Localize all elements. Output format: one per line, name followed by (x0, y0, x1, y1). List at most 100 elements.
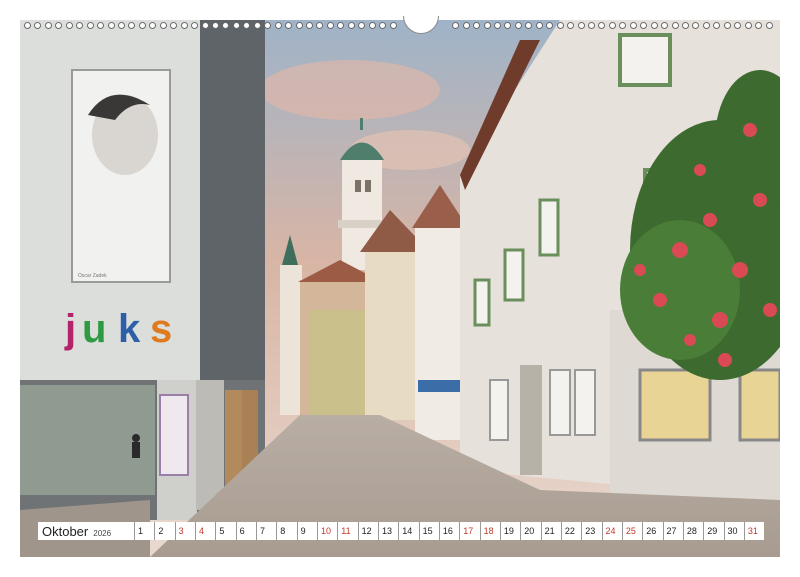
binding-ring (577, 22, 585, 29)
binding-ring (462, 22, 470, 29)
binding-ring (306, 22, 313, 29)
binding-ring (608, 22, 616, 29)
binding-ring (598, 22, 606, 29)
day-grid: 1 2 3 4 5 6 7 8 9 10 11 12 13 14 15 16 17 18 19 20 21 22 23 24 2… (134, 522, 764, 540)
day-cell: 21 (540, 522, 561, 540)
binding-ring (755, 22, 763, 29)
binding-ring (24, 22, 31, 29)
binding-ring (734, 22, 742, 29)
day-cell: 6 (235, 522, 256, 540)
binding-ring (97, 22, 105, 29)
binding-ring (243, 22, 251, 29)
binding-ring (494, 22, 501, 29)
day-cell: 16 (438, 522, 459, 540)
binding-ring (556, 22, 564, 29)
binding-ring (661, 22, 669, 29)
binding-ring (682, 22, 689, 29)
binding-ring (702, 22, 710, 29)
binding-ring (588, 22, 595, 29)
calendar-photo: j u k s Oscar Zadek (20, 20, 780, 557)
binding-ring (128, 22, 136, 29)
binding-ring (316, 22, 324, 29)
binding-ring (619, 22, 627, 29)
binding-ring (368, 22, 376, 29)
day-cell: 4 (194, 522, 215, 540)
binding-ring (201, 22, 209, 29)
day-cell: 13 (377, 522, 398, 540)
juks-letter-u: u (82, 307, 106, 351)
year-label: 2026 (93, 528, 112, 538)
day-cell: 30 (723, 522, 744, 540)
day-cell: 11 (337, 522, 357, 540)
binding-ring (55, 22, 63, 29)
binding-ring (285, 22, 293, 29)
calendar-strip: Oktober 2026 1 2 3 4 5 6 7 8 9 10 11 12 13 14 15 16 17 18… (38, 522, 764, 540)
binding-ring (723, 22, 731, 29)
day-cell: 10 (316, 522, 337, 540)
day-cell: 14 (398, 522, 418, 540)
binding-ring (180, 22, 188, 29)
binding-ring (473, 22, 481, 29)
binding-ring (44, 22, 52, 29)
calendar-hanger (403, 16, 439, 34)
day-cell: 26 (642, 522, 662, 540)
binding-ring (76, 22, 84, 29)
binding-ring (65, 22, 73, 29)
binding-ring (212, 22, 219, 29)
binding-ring (159, 22, 167, 29)
binding-ring (692, 22, 700, 29)
day-cell: 29 (703, 522, 723, 540)
spiral-binding (20, 16, 780, 34)
day-cell: 8 (276, 522, 296, 540)
binding-ring (34, 22, 42, 29)
binding-ring (546, 22, 554, 29)
binding-ring (525, 22, 533, 29)
juks-letter-j: j (64, 307, 76, 351)
binding-ring (118, 22, 125, 29)
day-cell: 25 (621, 522, 642, 540)
binding-ring (358, 22, 366, 29)
binding-ring (650, 22, 658, 29)
binding-ring (191, 22, 199, 29)
calendar-title: Oktober 2026 (38, 524, 134, 539)
day-cell: 23 (581, 522, 601, 540)
day-cell: 22 (560, 522, 581, 540)
binding-ring (170, 22, 178, 29)
day-cell: 31 (743, 522, 764, 540)
juks-letter-k: k (118, 307, 141, 351)
month-label: Oktober (42, 523, 89, 539)
day-cell: 17 (459, 522, 479, 540)
day-cell: 7 (255, 522, 276, 540)
binding-ring (232, 22, 240, 29)
binding-ring (514, 22, 522, 29)
binding-ring (295, 22, 303, 29)
day-cell: 19 (499, 522, 520, 540)
binding-ring (138, 22, 146, 29)
binding-ring (326, 22, 334, 29)
binding-ring (337, 22, 345, 29)
binding-ring (744, 22, 752, 29)
day-cell: 12 (357, 522, 378, 540)
binding-ring (389, 22, 397, 29)
binding-ring (452, 22, 460, 29)
binding-ring (347, 22, 355, 29)
binding-ring (253, 22, 261, 29)
binding-ring (713, 22, 721, 29)
binding-ring (535, 22, 543, 29)
day-cell: 9 (296, 522, 317, 540)
day-cell: 27 (662, 522, 683, 540)
day-cell: 28 (682, 522, 703, 540)
juks-letter-s: s (150, 307, 172, 351)
poster-caption: Oscar Zadek (78, 273, 107, 279)
binding-ring (483, 22, 491, 29)
binding-ring (671, 22, 679, 29)
day-cell: 15 (418, 522, 439, 540)
left-building (20, 20, 265, 520)
day-cell: 18 (479, 522, 500, 540)
binding-ring (379, 22, 387, 29)
day-cell: 1 (134, 522, 154, 540)
binding-ring (86, 22, 94, 29)
binding-ring (222, 22, 230, 29)
binding-ring (274, 22, 282, 29)
binding-ring (640, 22, 648, 29)
